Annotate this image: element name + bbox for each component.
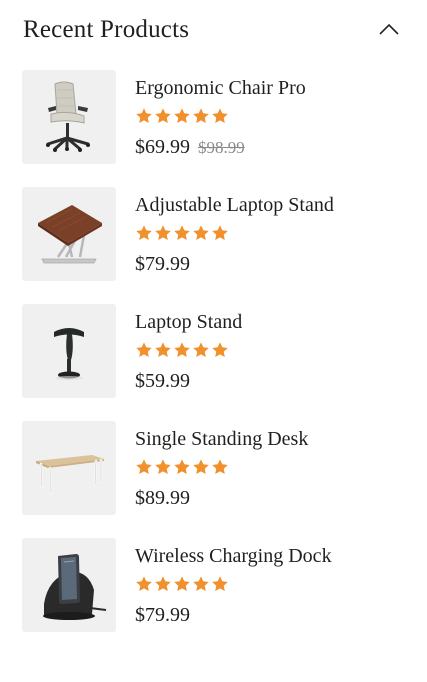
list-item: Single Standing Desk $89.99: [0, 421, 427, 538]
star-icon: [193, 576, 209, 592]
product-thumbnail[interactable]: [22, 421, 116, 515]
star-icon: [174, 342, 190, 358]
star-rating: [135, 575, 229, 593]
product-name-link[interactable]: Ergonomic Chair Pro: [135, 76, 306, 100]
price-row: $59.99: [135, 369, 190, 395]
star-icon: [155, 459, 171, 475]
star-rating: [135, 341, 229, 359]
product-thumbnail[interactable]: [22, 538, 116, 632]
current-price: $89.99: [135, 487, 190, 509]
star-icon: [155, 108, 171, 124]
list-item: Ergonomic Chair Pro $69.99 $98.99: [0, 70, 427, 187]
charging-dock-icon: [43, 554, 107, 620]
star-icon: [136, 108, 152, 124]
star-icon: [174, 576, 190, 592]
product-thumbnail[interactable]: [22, 304, 116, 398]
price-row: $79.99: [135, 252, 190, 278]
office-chair-icon: [46, 81, 90, 152]
star-rating: [135, 458, 229, 476]
recent-products-widget: Recent Products Ergonomic Chair Pro $69.…: [0, 0, 427, 682]
product-name-link[interactable]: Adjustable Laptop Stand: [135, 193, 334, 217]
star-rating: [135, 224, 229, 242]
star-icon: [136, 459, 152, 475]
product-thumbnail[interactable]: [22, 187, 116, 281]
star-icon: [212, 108, 228, 124]
star-icon: [155, 342, 171, 358]
star-icon: [193, 342, 209, 358]
widget-title: Recent Products: [23, 16, 190, 43]
list-item: Adjustable Laptop Stand $79.99: [0, 187, 427, 304]
current-price: $59.99: [135, 370, 190, 392]
star-icon: [193, 108, 209, 124]
current-price: $69.99: [135, 136, 190, 158]
star-icon: [174, 459, 190, 475]
current-price: $79.99: [135, 253, 190, 275]
star-icon: [136, 225, 152, 241]
star-icon: [174, 108, 190, 124]
list-item: Wireless Charging Dock $79.99: [0, 538, 427, 655]
original-price: $98.99: [198, 138, 245, 157]
standing-desk-icon: [36, 455, 104, 495]
star-icon: [212, 459, 228, 475]
star-icon: [136, 576, 152, 592]
star-icon: [212, 225, 228, 241]
star-icon: [136, 342, 152, 358]
star-rating: [135, 107, 229, 125]
star-icon: [193, 459, 209, 475]
star-icon: [193, 225, 209, 241]
stool-stand-icon: [54, 328, 84, 380]
star-icon: [212, 342, 228, 358]
laptop-stand-icon: [38, 205, 102, 264]
product-list: Ergonomic Chair Pro $69.99 $98.99 Adjust…: [0, 70, 427, 655]
chevron-up-icon[interactable]: [374, 16, 404, 42]
price-row: $79.99: [135, 603, 190, 629]
list-item: Laptop Stand $59.99: [0, 304, 427, 421]
star-icon: [212, 576, 228, 592]
widget-header: Recent Products: [0, 0, 427, 60]
star-icon: [155, 225, 171, 241]
product-name-link[interactable]: Laptop Stand: [135, 310, 242, 334]
product-name-link[interactable]: Single Standing Desk: [135, 427, 308, 451]
price-row: $69.99 $98.99: [135, 135, 245, 161]
product-thumbnail[interactable]: [22, 70, 116, 164]
star-icon: [174, 225, 190, 241]
price-row: $89.99: [135, 486, 190, 512]
star-icon: [155, 576, 171, 592]
product-name-link[interactable]: Wireless Charging Dock: [135, 544, 332, 568]
current-price: $79.99: [135, 604, 190, 626]
